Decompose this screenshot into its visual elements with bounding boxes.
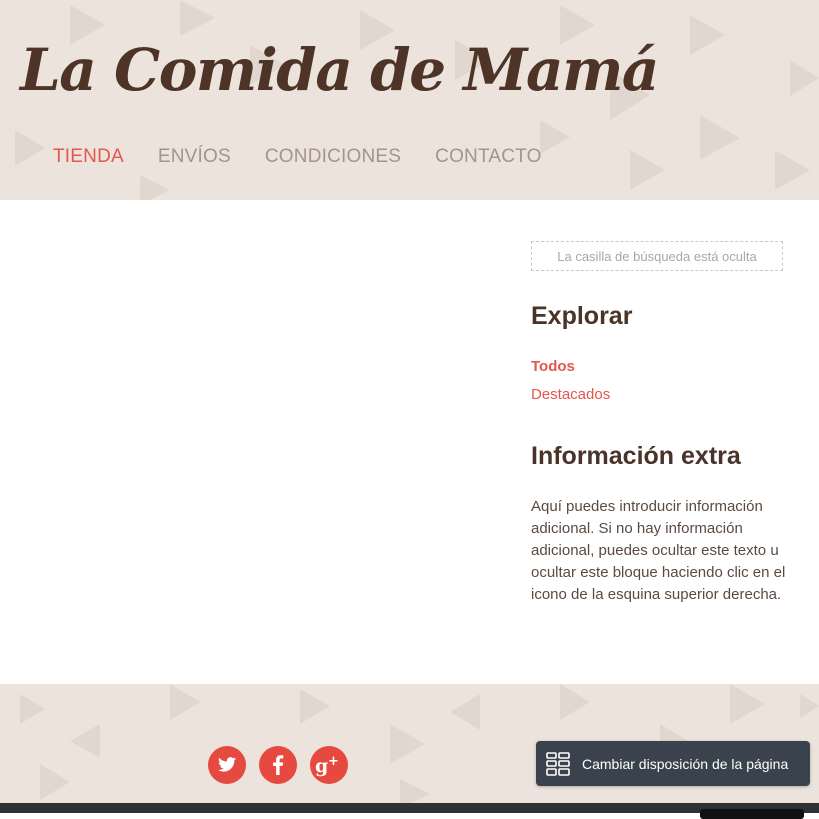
- change-layout-label: Cambiar disposición de la página: [582, 755, 789, 772]
- nav-item-contacto[interactable]: CONTACTO: [435, 146, 541, 168]
- bottom-bar: [0, 803, 819, 819]
- google-plus-icon: g +: [315, 754, 339, 777]
- search-placeholder-box: La casilla de búsqueda está oculta: [531, 241, 783, 271]
- bottom-bar-tab: [700, 809, 804, 819]
- info-heading: Información extra: [531, 442, 741, 470]
- nav-item-envios[interactable]: ENVÍOS: [158, 146, 231, 168]
- change-layout-button[interactable]: Cambiar disposición de la página: [536, 741, 810, 786]
- google-plus-button[interactable]: g +: [310, 746, 348, 784]
- info-text: Aquí puedes introducir información adici…: [531, 498, 786, 603]
- site-logo[interactable]: La Comida de Mamá: [20, 36, 660, 104]
- twitter-button[interactable]: [208, 746, 246, 784]
- main-nav: TIENDA ENVÍOS CONDICIONES CONTACTO: [53, 146, 576, 168]
- svg-text:+: +: [328, 754, 339, 769]
- nav-item-condiciones[interactable]: CONDICIONES: [265, 146, 401, 168]
- nav-item-tienda[interactable]: TIENDA: [53, 146, 124, 168]
- sidebar-link-destacados[interactable]: Destacados: [531, 386, 610, 403]
- facebook-button[interactable]: [259, 746, 297, 784]
- svg-text:g: g: [315, 755, 328, 777]
- layout-grid-icon: [546, 751, 570, 776]
- site-header: La Comida de Mamá TIENDA ENVÍOS CONDICIO…: [0, 0, 819, 200]
- facebook-icon: [273, 755, 284, 775]
- twitter-icon: [218, 757, 237, 772]
- explore-heading: Explorar: [531, 302, 633, 330]
- sidebar-link-todos[interactable]: Todos: [531, 358, 575, 375]
